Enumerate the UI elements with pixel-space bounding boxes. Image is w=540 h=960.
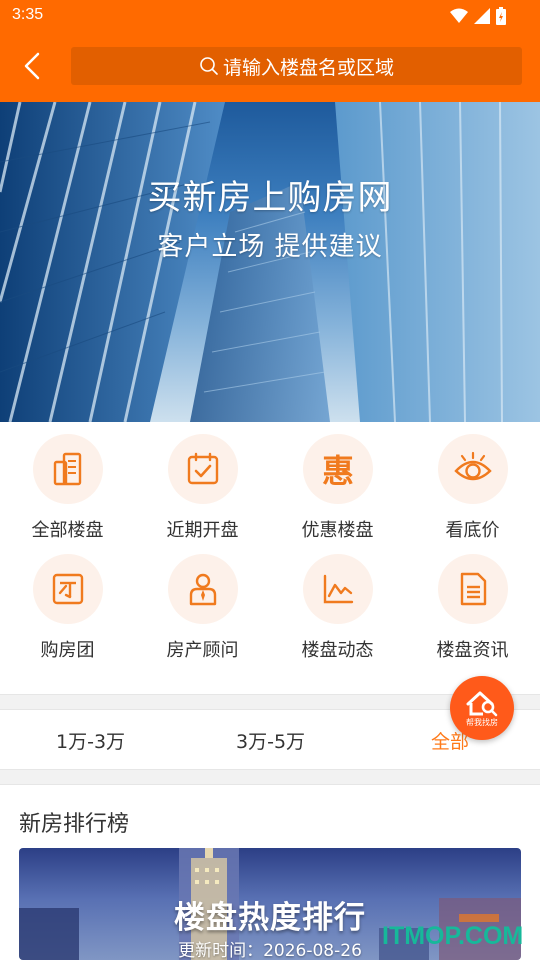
- grid-item-discount-properties[interactable]: 惠 优惠楼盘: [270, 422, 405, 542]
- app-header: 3:35 请输入楼盘名或区域: [0, 0, 540, 102]
- promo-banner[interactable]: 买新房上购房网 客户立场 提供建议: [0, 102, 540, 422]
- back-button[interactable]: [16, 46, 52, 86]
- grid-item-group-buy[interactable]: 购房团: [0, 542, 135, 662]
- section-divider: [0, 769, 540, 785]
- trend-chart-icon: [323, 574, 354, 604]
- grid-item-property-news[interactable]: 楼盘资讯: [405, 542, 540, 662]
- watermark-text: ITMOP.COM: [382, 922, 524, 950]
- discount-hui-icon: 惠: [321, 452, 354, 490]
- grid-item-base-price[interactable]: 看底价: [405, 422, 540, 542]
- group-buy-icon: [52, 573, 84, 605]
- help-find-home-button[interactable]: 帮我找房: [450, 676, 514, 740]
- filter-3w-5w[interactable]: 3万-5万: [236, 727, 305, 754]
- ranking-section-title: 新房排行榜: [19, 812, 130, 837]
- grid-item-label: 购房团: [40, 640, 95, 661]
- grid-icon-bg: [168, 554, 238, 624]
- grid-item-label: 房产顾问: [166, 640, 239, 661]
- grid-item-property-advisor[interactable]: 房产顾问: [135, 542, 270, 662]
- battery-icon: [496, 7, 506, 25]
- status-time: 3:35: [12, 6, 44, 23]
- grid-item-label: 优惠楼盘: [301, 520, 374, 541]
- filter-1w-3w[interactable]: 1万-3万: [56, 727, 125, 754]
- buildings-icon: [53, 452, 82, 486]
- banner-subline: 客户立场 提供建议: [157, 232, 383, 262]
- advisor-icon: [189, 573, 217, 606]
- house-search-icon: [466, 691, 498, 717]
- grid-icon-bg: [438, 434, 508, 504]
- wifi-icon: [450, 8, 468, 23]
- grid-item-all-properties[interactable]: 全部楼盘: [0, 422, 135, 542]
- grid-item-property-trends[interactable]: 楼盘动态: [270, 542, 405, 662]
- status-bar: 3:35: [0, 0, 540, 32]
- search-input[interactable]: 请输入楼盘名或区域: [71, 47, 522, 85]
- news-document-icon: [460, 572, 487, 606]
- chevron-left-icon: [24, 52, 40, 80]
- category-grid: 全部楼盘 近期开盘 惠 优惠楼盘 看底价 购房团 房产顾问 楼盘动态 楼盘资讯: [0, 422, 540, 694]
- grid-item-label: 近期开盘: [166, 520, 239, 541]
- grid-item-upcoming-openings[interactable]: 近期开盘: [135, 422, 270, 542]
- grid-item-label: 全部楼盘: [31, 520, 104, 541]
- calendar-check-icon: [187, 452, 219, 485]
- status-icons: [450, 7, 506, 25]
- grid-icon-bg: [438, 554, 508, 624]
- search-placeholder: 请输入楼盘名或区域: [222, 56, 394, 79]
- eye-icon: [454, 451, 492, 481]
- grid-icon-bg: 惠: [303, 434, 373, 504]
- grid-item-label: 看底价: [445, 520, 500, 541]
- banner-headline: 买新房上购房网: [147, 178, 393, 218]
- search-icon: [200, 57, 218, 75]
- grid-icon-bg: [303, 554, 373, 624]
- grid-icon-bg: [33, 554, 103, 624]
- signal-icon: [474, 8, 490, 24]
- grid-item-label: 楼盘动态: [301, 640, 374, 661]
- grid-icon-bg: [33, 434, 103, 504]
- fab-label: 帮我找房: [466, 718, 498, 727]
- grid-icon-bg: [168, 434, 238, 504]
- grid-item-label: 楼盘资讯: [436, 640, 509, 661]
